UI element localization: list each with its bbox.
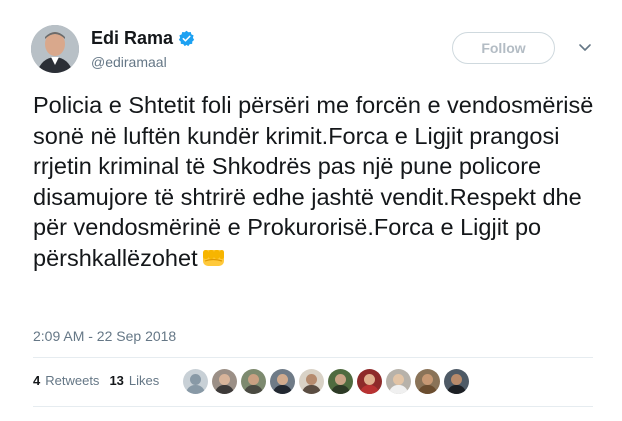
author-name[interactable]: Edi Rama: [91, 28, 195, 49]
author-handle[interactable]: @ediramaal: [91, 54, 167, 70]
likes-label: Likes: [128, 373, 160, 388]
liker-avatar[interactable]: [328, 369, 353, 394]
likes-stat[interactable]: 13 Likes: [109, 373, 159, 388]
retweets-label: Retweets: [45, 373, 100, 388]
liker-avatar[interactable]: [357, 369, 382, 394]
liker-avatar[interactable]: [415, 369, 440, 394]
liker-avatar[interactable]: [299, 369, 324, 394]
author-display-name[interactable]: Edi Rama: [91, 28, 173, 49]
liker-avatar[interactable]: [212, 369, 237, 394]
liker-avatar[interactable]: [386, 369, 411, 394]
chevron-down-icon[interactable]: [578, 40, 592, 54]
liker-avatar[interactable]: [444, 369, 469, 394]
liker-avatars: [183, 369, 473, 394]
raised-fist-emoji-icon: [200, 246, 227, 270]
liker-avatar[interactable]: [241, 369, 266, 394]
tweet-text-content: Policia e Shtetit foli përsëri me forcën…: [33, 92, 600, 271]
liker-avatar[interactable]: [270, 369, 295, 394]
tweet-text: Policia e Shtetit foli përsëri me forcën…: [33, 90, 608, 274]
likes-count: 13: [109, 373, 124, 388]
author-avatar[interactable]: [31, 25, 79, 73]
verified-badge-icon: [178, 30, 195, 47]
tweet-stats: 4 Retweets 13 Likes: [33, 373, 169, 388]
tweet-timestamp[interactable]: 2:09 AM - 22 Sep 2018: [33, 328, 176, 344]
retweets-count: 4: [33, 373, 41, 388]
follow-button[interactable]: Follow: [452, 32, 555, 64]
divider: [33, 406, 593, 407]
divider: [33, 357, 593, 358]
retweets-stat[interactable]: 4 Retweets: [33, 373, 99, 388]
liker-avatar[interactable]: [183, 369, 208, 394]
